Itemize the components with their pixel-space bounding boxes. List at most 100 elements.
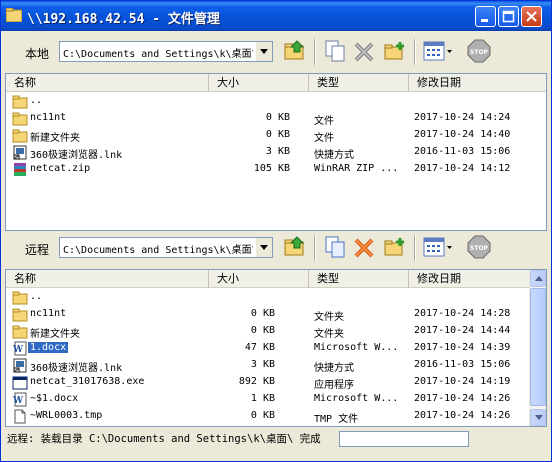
local-toolbar: 本地 C:\Documents and Settings\k\桌面\ STOP — [5, 33, 547, 73]
file-date: 2017-10-24 14:26 — [414, 393, 511, 404]
table-row[interactable]: nc11nt 0 KB 文件夹 2017-10-24 14:28 — [6, 306, 531, 323]
table-row[interactable]: W ~$1.docx 1 KB Microsoft W... 2017-10-24 14… — [6, 391, 531, 408]
svg-text:STOP: STOP — [470, 245, 489, 252]
file-date: 2016-11-03 15:06 — [414, 359, 511, 370]
file-name: netcat_31017638.exe — [30, 376, 145, 387]
svg-text:STOP: STOP — [470, 49, 489, 56]
folder-icon — [12, 290, 28, 305]
delete-icon[interactable] — [353, 235, 377, 259]
stop-icon[interactable]: STOP — [467, 235, 491, 259]
file-date: 2017-10-24 14:40 — [414, 129, 511, 140]
chevron-down-icon — [535, 415, 543, 420]
status-pane — [339, 431, 469, 447]
remote-label: 远程 — [25, 243, 50, 257]
file-size: 0 KB — [265, 112, 290, 123]
folder-icon — [12, 111, 28, 126]
remote-vertical-scrollbar[interactable] — [529, 270, 546, 426]
copy-icon[interactable] — [323, 39, 347, 63]
file-date: 2017-10-24 14:39 — [414, 342, 511, 353]
svg-text:W: W — [12, 396, 24, 406]
new-folder-icon[interactable] — [383, 235, 407, 259]
minimize-button[interactable] — [475, 6, 496, 27]
file-size: 105 KB — [253, 163, 290, 174]
table-row[interactable]: 新建文件夹 0 KB 文件夹 2017-10-24 14:44 — [6, 323, 531, 340]
close-button[interactable] — [521, 6, 542, 27]
table-row[interactable]: .. — [6, 93, 546, 110]
maximize-button[interactable] — [498, 6, 519, 27]
file-size: 3 KB — [265, 146, 290, 157]
table-row[interactable]: W 1.docx 47 KB Microsoft W... 2017-10-24 14:… — [6, 340, 531, 357]
file-size: 0 KB — [250, 410, 275, 421]
file-date: 2017-10-24 14:44 — [414, 325, 511, 336]
file-name: 1.docx — [26, 341, 70, 354]
file-type: 应用程序 — [314, 380, 354, 391]
chevron-down-icon — [260, 245, 268, 250]
table-row[interactable]: netcat.zip 105 KB WinRAR ZIP ... 2017-10-24… — [6, 161, 546, 178]
file-name: nc11nt — [30, 112, 67, 123]
local-path-combobox[interactable]: C:\Documents and Settings\k\桌面\ — [59, 41, 273, 62]
remote-path-dropdown[interactable] — [256, 238, 272, 257]
view-mode-icon[interactable] — [423, 235, 453, 259]
scroll-up-button[interactable] — [530, 270, 546, 287]
file-size: 0 KB — [250, 308, 275, 319]
copy-icon[interactable] — [323, 235, 347, 259]
folder-icon — [12, 324, 28, 339]
column-header-type[interactable]: 类型 — [309, 270, 409, 288]
file-size: 0 KB — [265, 129, 290, 140]
column-header-name[interactable]: 名称 — [6, 74, 209, 92]
remote-toolbar: 远程 C:\Documents and Settings\k\桌面\ STOP — [5, 229, 547, 269]
file-size: 47 KB — [244, 342, 275, 353]
column-header-name[interactable]: 名称 — [6, 270, 209, 288]
scroll-down-button[interactable] — [530, 409, 546, 426]
remote-path-combobox[interactable]: C:\Documents and Settings\k\桌面\ — [59, 237, 273, 258]
file-name: ~$1.docx — [30, 393, 79, 404]
file-size: 3 KB — [250, 359, 275, 370]
table-row[interactable]: 360极速浏览器.lnk 3 KB 快捷方式 2016-11-03 15:06 — [6, 357, 531, 374]
local-file-list[interactable]: 名称 大小 类型 修改日期 .. nc11nt 0 KB 文件 2017-10-24 1… — [5, 73, 547, 231]
table-row[interactable]: 新建文件夹 0 KB 文件 2017-10-24 14:40 — [6, 127, 546, 144]
folder-icon — [12, 128, 28, 143]
file-name: ~WRL0003.tmp — [30, 410, 103, 421]
column-header-size[interactable]: 大小 — [209, 270, 309, 288]
table-row[interactable]: 360极速浏览器.lnk 3 KB 快捷方式 2016-11-03 15:06 — [6, 144, 546, 161]
scroll-thumb[interactable] — [530, 288, 546, 406]
exe-icon — [12, 375, 28, 390]
word-doc-icon: W — [12, 341, 28, 356]
view-mode-icon[interactable] — [423, 39, 453, 63]
stop-icon[interactable]: STOP — [467, 39, 491, 63]
folder-app-icon — [6, 8, 22, 22]
file-date: 2016-11-03 15:06 — [414, 146, 511, 157]
table-row[interactable]: ~WRL0003.tmp 0 KB TMP 文件 2017-10-24 14:26 — [6, 408, 531, 425]
table-row[interactable]: nc11nt 0 KB 文件 2017-10-24 14:24 — [6, 110, 546, 127]
folder-icon — [12, 94, 28, 109]
folder-icon — [12, 307, 28, 322]
file-type: Microsoft W... — [314, 393, 399, 404]
file-date: 2017-10-24 14:28 — [414, 308, 511, 319]
column-header-type[interactable]: 类型 — [309, 74, 409, 92]
file-size: 892 KB — [238, 376, 275, 387]
table-row[interactable]: .. — [6, 289, 531, 306]
file-manager-window: \\192.168.42.54 - 文件管理 本地 C:\Documents a… — [0, 0, 552, 462]
local-path-dropdown[interactable] — [256, 42, 272, 61]
file-date: 2017-10-24 14:26 — [414, 410, 511, 421]
remote-file-list[interactable]: 名称 大小 类型 修改日期 .. nc11nt 0 KB 文件夹 2017-10-24 … — [5, 269, 547, 427]
folder-up-icon[interactable] — [283, 235, 307, 259]
table-row[interactable]: netcat_31017638.exe 892 KB 应用程序 2017-10-24 … — [6, 374, 531, 391]
file-name: 360极速浏览器.lnk — [30, 150, 123, 161]
column-header-date[interactable]: 修改日期 — [409, 270, 531, 288]
toolbar-separator — [414, 235, 416, 261]
column-header-date[interactable]: 修改日期 — [409, 74, 546, 92]
file-date: 2017-10-24 14:12 — [414, 163, 511, 174]
word-doc-icon: W — [12, 392, 28, 407]
folder-up-icon[interactable] — [283, 39, 307, 63]
new-folder-icon[interactable] — [383, 39, 407, 63]
archive-icon — [12, 162, 28, 177]
file-type: WinRAR ZIP ... — [314, 163, 399, 174]
title-bar[interactable]: \\192.168.42.54 - 文件管理 — [1, 1, 551, 31]
window-title: \\192.168.42.54 - 文件管理 — [27, 12, 220, 27]
delete-icon[interactable] — [353, 39, 377, 63]
column-header-size[interactable]: 大小 — [209, 74, 309, 92]
status-text: 远程: 装载目录 C:\Documents and Settings\k\桌面\… — [7, 433, 321, 445]
file-type: TMP 文件 — [314, 414, 359, 425]
file-type: 文件夹 — [314, 329, 344, 340]
